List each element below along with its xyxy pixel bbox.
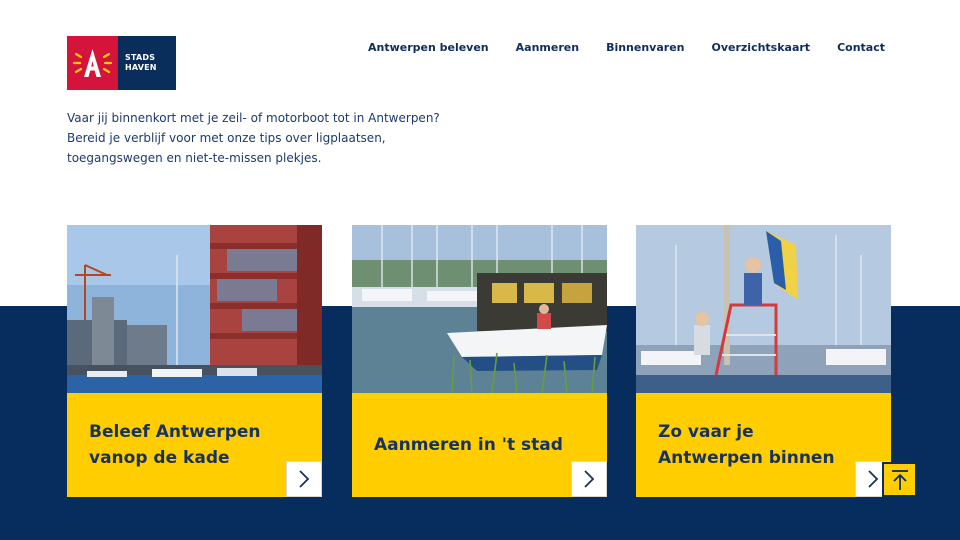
card-aanmeren-in-t-stad[interactable]: Aanmeren in 't stad <box>352 225 607 497</box>
card-zo-vaar-je-antwerpen-binnen[interactable]: Zo vaar je Antwerpen binnen <box>636 225 891 497</box>
antwerpen-a-logo-mark <box>67 36 118 90</box>
card-title: Beleef Antwerpen vanop de kade <box>89 419 261 471</box>
card-title-line-2: Antwerpen binnen <box>658 448 835 468</box>
card-photo-sailboat-children <box>636 225 891 393</box>
logo-text-haven: HAVEN <box>125 63 157 72</box>
card-title: Zo vaar je Antwerpen binnen <box>658 419 835 471</box>
nav-item-aanmeren[interactable]: Aanmeren <box>516 41 579 54</box>
card-body: Beleef Antwerpen vanop de kade <box>67 393 322 497</box>
chevron-right-icon <box>299 470 310 488</box>
logo-wordmark: STADS HAVEN <box>118 36 176 90</box>
back-to-top-button[interactable] <box>882 462 917 497</box>
arrow-up-to-top-icon <box>891 469 908 490</box>
card-chevron-button[interactable] <box>571 461 607 497</box>
stadshaven-logo[interactable]: STADS HAVEN <box>67 36 176 90</box>
card-photo-mas-museum-quay <box>67 225 322 393</box>
intro-line-3: toegangswegen en niet-te-missen plekjes. <box>67 151 322 165</box>
card-title: Aanmeren in 't stad <box>374 432 563 458</box>
nav-item-contact[interactable]: Contact <box>837 41 885 54</box>
main-navigation: Antwerpen beleven Aanmeren Binnenvaren O… <box>368 41 885 54</box>
intro-text: Vaar jij binnenkort met je zeil- of moto… <box>67 108 447 168</box>
intro-line-2: Bereid je verblijf voor met onze tips ov… <box>67 131 386 145</box>
card-beleef-antwerpen[interactable]: Beleef Antwerpen vanop de kade <box>67 225 322 497</box>
card-chevron-button[interactable] <box>286 461 322 497</box>
card-title-line-1: Beleef Antwerpen <box>89 422 261 442</box>
card-title-line-1: Aanmeren in 't stad <box>374 435 563 455</box>
card-body: Zo vaar je Antwerpen binnen <box>636 393 891 497</box>
card-photo-marina-boat <box>352 225 607 393</box>
chevron-right-icon <box>868 470 879 488</box>
card-title-line-1: Zo vaar je <box>658 422 754 442</box>
card-title-line-2: vanop de kade <box>89 448 230 468</box>
nav-item-antwerpen-beleven[interactable]: Antwerpen beleven <box>368 41 489 54</box>
chevron-right-icon <box>584 470 595 488</box>
card-body: Aanmeren in 't stad <box>352 393 607 497</box>
logo-text-stads: STADS <box>125 53 156 62</box>
nav-item-overzichtskaart[interactable]: Overzichtskaart <box>711 41 810 54</box>
nav-item-binnenvaren[interactable]: Binnenvaren <box>606 41 684 54</box>
intro-line-1: Vaar jij binnenkort met je zeil- of moto… <box>67 111 440 125</box>
